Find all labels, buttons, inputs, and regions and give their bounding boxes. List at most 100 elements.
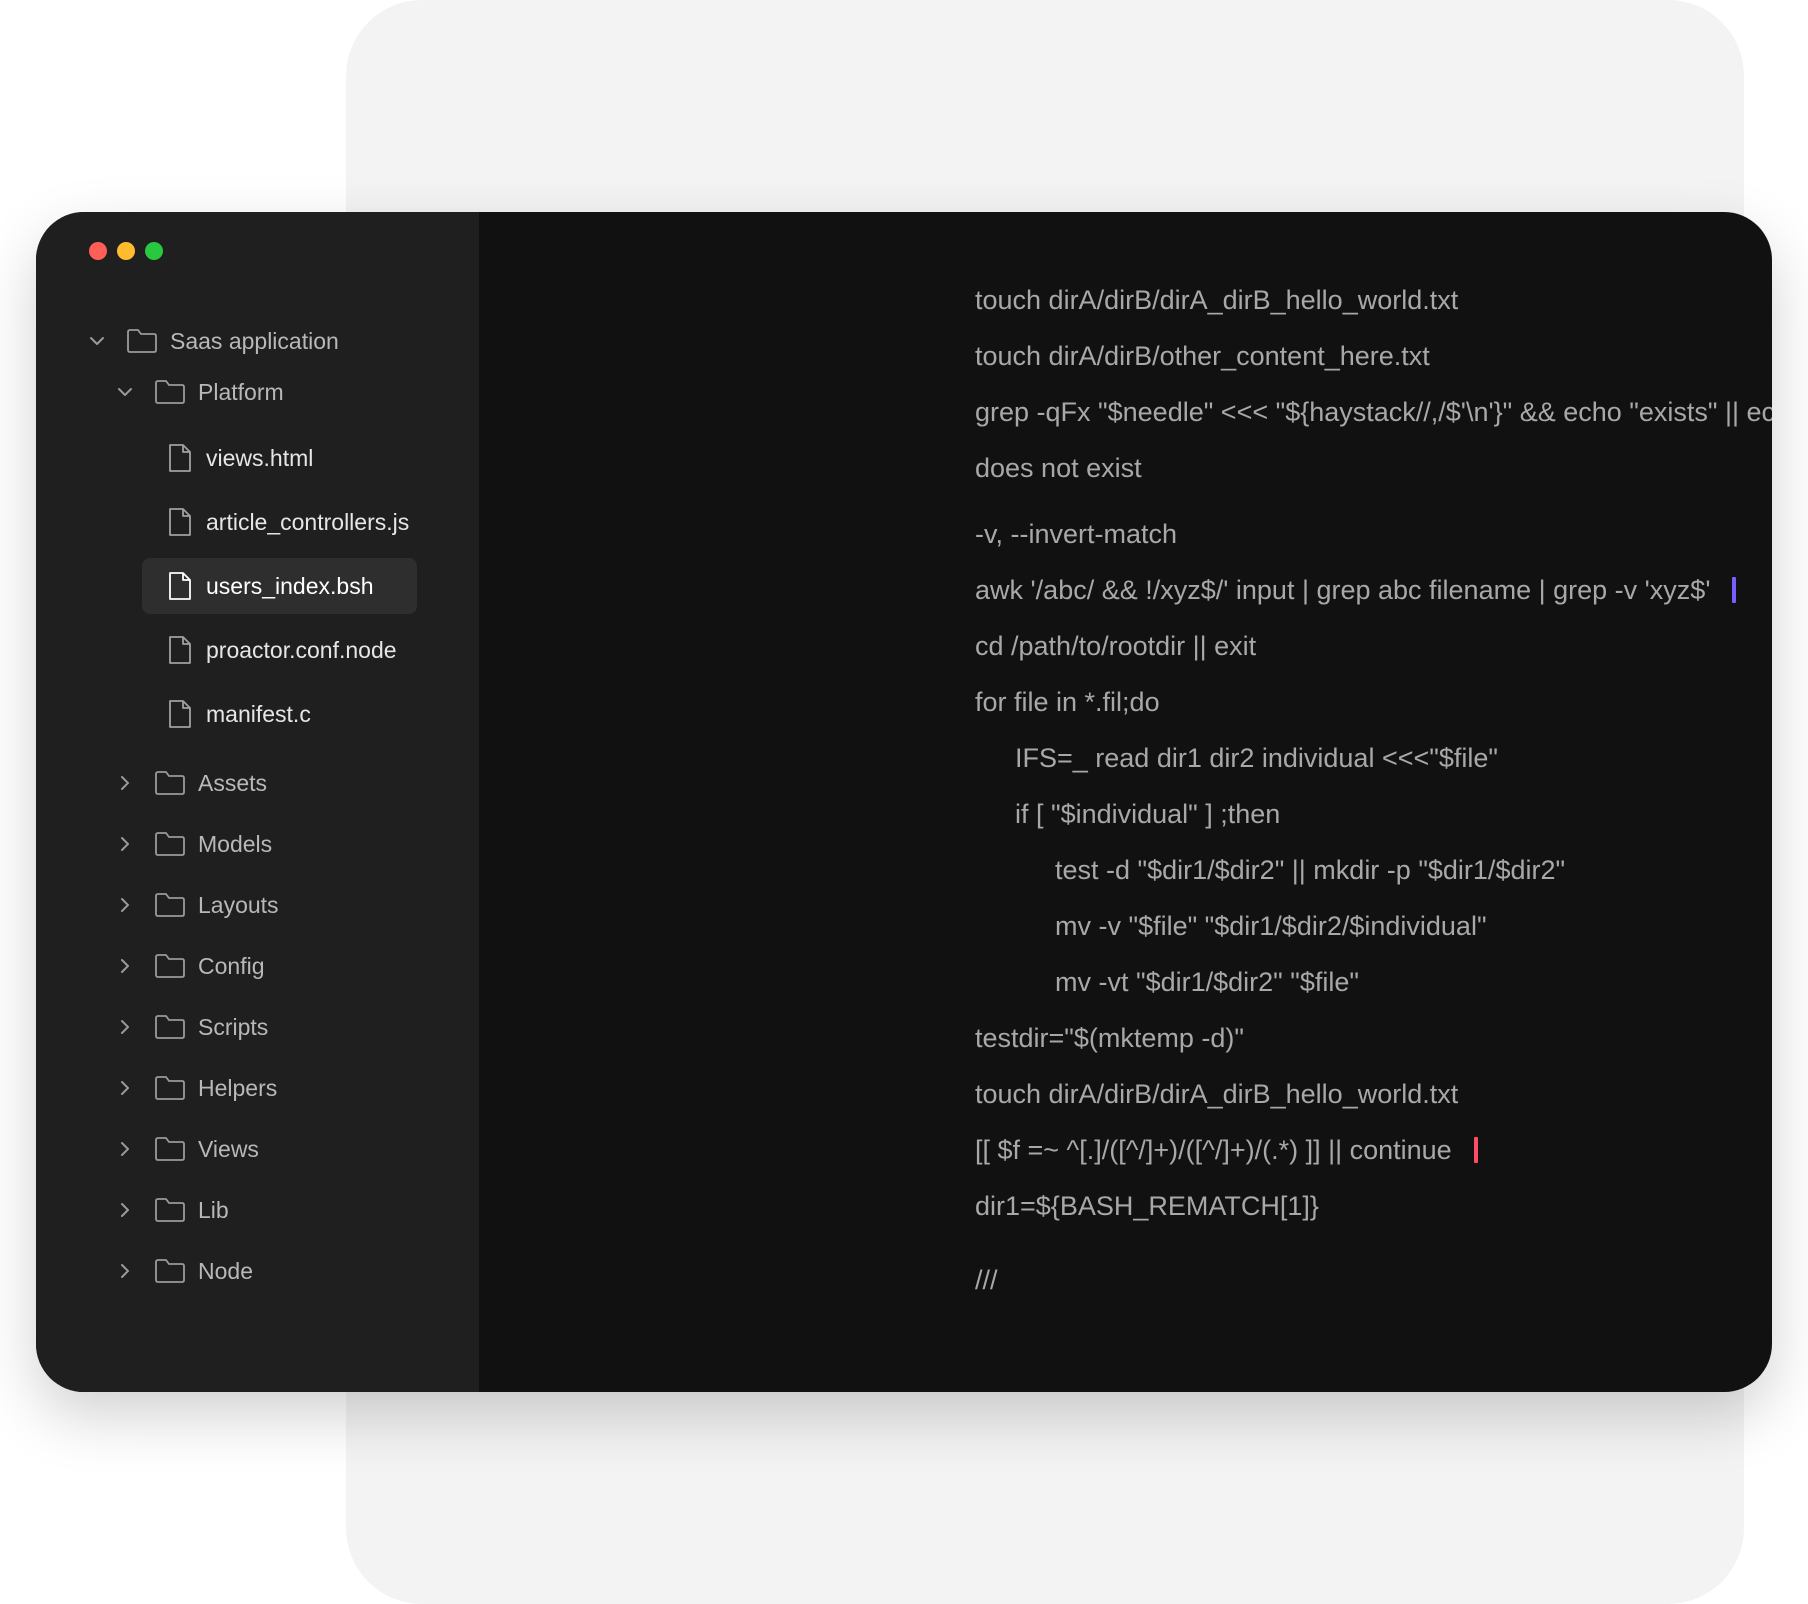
folder-icon xyxy=(126,327,158,355)
folder-label: Assets xyxy=(198,769,268,796)
code-text: testdir="$(mktemp -d)" xyxy=(975,1023,1244,1053)
folder-label: Scripts xyxy=(198,1013,269,1040)
tree-file-views-html[interactable]: views.html xyxy=(166,430,313,486)
folder-icon xyxy=(154,1013,186,1041)
folder-icon xyxy=(154,1074,186,1102)
file-icon xyxy=(166,634,194,666)
code-text: for file in *.fil;do xyxy=(975,687,1160,717)
file-explorer-sidebar: Saas application Platform views.html articl… xyxy=(36,212,479,1392)
folder-label: Layouts xyxy=(198,891,279,918)
code-line: dir1=${BASH_REMATCH[1]} xyxy=(975,1186,1319,1226)
folder-label: Lib xyxy=(198,1196,229,1223)
chevron-down-icon[interactable] xyxy=(86,330,108,352)
code-line: touch dirA/dirB/other_content_here.txt xyxy=(975,336,1430,376)
chevron-right-icon[interactable] xyxy=(114,955,136,977)
code-line: awk '/abc/ && !/xyz$/' input | grep abc … xyxy=(975,570,1737,610)
close-window-button[interactable] xyxy=(89,242,107,260)
folder-icon xyxy=(154,1257,186,1285)
code-text: touch dirA/dirB/dirA_dirB_hello_world.tx… xyxy=(975,1079,1459,1109)
text-cursor xyxy=(1473,1137,1478,1163)
tree-item-lib[interactable]: Lib xyxy=(114,1182,229,1238)
file-icon xyxy=(166,506,194,538)
file-label: users_index.bsh xyxy=(206,572,374,599)
tree-item-models[interactable]: Models xyxy=(114,816,272,872)
code-text: touch dirA/dirB/dirA_dirB_hello_world.tx… xyxy=(975,285,1459,315)
folder-icon xyxy=(154,378,186,406)
chevron-right-icon[interactable] xyxy=(114,1077,136,1099)
code-text: IFS=_ read dir1 dir2 individual <<<"$fil… xyxy=(1015,743,1498,773)
code-line: mv -vt "$dir1/$dir2" "$file" xyxy=(1055,962,1359,1002)
chevron-right-icon[interactable] xyxy=(114,772,136,794)
code-line: cd /path/to/rootdir || exit xyxy=(975,626,1256,666)
folder-label: Views xyxy=(198,1135,259,1162)
code-text: mv -vt "$dir1/$dir2" "$file" xyxy=(1055,967,1359,997)
file-label: views.html xyxy=(206,444,314,471)
folder-icon xyxy=(154,952,186,980)
chevron-right-icon[interactable] xyxy=(114,833,136,855)
code-line: testdir="$(mktemp -d)" xyxy=(975,1018,1244,1058)
tree-file-manifest-c[interactable]: manifest.c xyxy=(166,686,311,742)
tree-item-config[interactable]: Config xyxy=(114,938,264,994)
code-line: does not exist xyxy=(975,448,1142,488)
chevron-right-icon[interactable] xyxy=(114,1138,136,1160)
minimize-window-button[interactable] xyxy=(117,242,135,260)
code-text: cd /path/to/rootdir || exit xyxy=(975,631,1257,661)
file-label: proactor.conf.node xyxy=(206,636,397,663)
code-line: for file in *.fil;do xyxy=(975,682,1160,722)
code-text: touch dirA/dirB/other_content_here.txt xyxy=(975,341,1430,371)
code-text: dir1=${BASH_REMATCH[1]} xyxy=(975,1191,1319,1221)
file-label: manifest.c xyxy=(206,700,311,727)
chevron-down-icon[interactable] xyxy=(114,381,136,403)
file-icon xyxy=(166,442,194,474)
code-text: test -d "$dir1/$dir2" || mkdir -p "$dir1… xyxy=(1055,855,1566,885)
code-line: [[ $f =~ ^[.]/([^/]+)/([^/]+)/(.*) ]] ||… xyxy=(975,1130,1478,1170)
folder-icon xyxy=(154,769,186,797)
folder-icon xyxy=(154,891,186,919)
code-text: /// xyxy=(975,1265,998,1295)
code-text: grep -qFx "$needle" <<< "${haystack//,/$… xyxy=(975,397,1772,427)
code-text: does not exist xyxy=(975,453,1142,483)
code-line: test -d "$dir1/$dir2" || mkdir -p "$dir1… xyxy=(1055,850,1565,890)
code-line: /// xyxy=(975,1260,998,1300)
folder-label: Saas application xyxy=(170,327,339,354)
tree-file-proactor-conf-node[interactable]: proactor.conf.node xyxy=(166,622,397,678)
code-line: IFS=_ read dir1 dir2 individual <<<"$fil… xyxy=(1015,738,1498,778)
chevron-right-icon[interactable] xyxy=(114,894,136,916)
code-line: mv -v "$file" "$dir1/$dir2/$individual" xyxy=(1055,906,1487,946)
text-cursor xyxy=(1732,577,1737,603)
code-line: grep -qFx "$needle" <<< "${haystack//,/$… xyxy=(975,392,1772,432)
tree-item-scripts[interactable]: Scripts xyxy=(114,999,268,1055)
code-text: if [ "$individual" ] ;then xyxy=(1015,799,1281,829)
code-line: touch dirA/dirB/dirA_dirB_hello_world.tx… xyxy=(975,280,1458,320)
folder-label: Config xyxy=(198,952,265,979)
tree-item-views[interactable]: Views xyxy=(114,1121,259,1177)
file-icon xyxy=(166,570,194,602)
folder-icon xyxy=(154,830,186,858)
tree-item-layouts[interactable]: Layouts xyxy=(114,877,279,933)
file-label: article_controllers.js xyxy=(206,508,410,535)
code-line: -v, --invert-match xyxy=(975,514,1177,554)
folder-label: Models xyxy=(198,830,273,857)
tree-item-node[interactable]: Node xyxy=(114,1243,253,1299)
folder-icon xyxy=(154,1135,186,1163)
folder-label: Node xyxy=(198,1257,253,1284)
chevron-right-icon[interactable] xyxy=(114,1260,136,1282)
tree-item-saas-application[interactable]: Saas application xyxy=(86,313,339,369)
editor-window: Saas application Platform views.html articl… xyxy=(36,212,1772,1392)
folder-label: Helpers xyxy=(198,1074,278,1101)
window-controls xyxy=(89,242,163,260)
tree-item-assets[interactable]: Assets xyxy=(114,755,267,811)
code-text: awk '/abc/ && !/xyz$/' input | grep abc … xyxy=(975,575,1711,605)
folder-icon xyxy=(154,1196,186,1224)
code-editor[interactable]: touch dirA/dirB/dirA_dirB_hello_world.tx… xyxy=(479,212,1772,1392)
folder-label: Platform xyxy=(198,378,284,405)
tree-file-article-controllers-js[interactable]: article_controllers.js xyxy=(166,494,409,550)
chevron-right-icon[interactable] xyxy=(114,1199,136,1221)
file-icon xyxy=(166,698,194,730)
zoom-window-button[interactable] xyxy=(145,242,163,260)
tree-item-platform[interactable]: Platform xyxy=(114,364,284,420)
chevron-right-icon[interactable] xyxy=(114,1016,136,1038)
code-text: mv -v "$file" "$dir1/$dir2/$individual" xyxy=(1055,911,1487,941)
tree-item-helpers[interactable]: Helpers xyxy=(114,1060,277,1116)
tree-file-users-index-bsh[interactable]: users_index.bsh xyxy=(142,558,417,614)
